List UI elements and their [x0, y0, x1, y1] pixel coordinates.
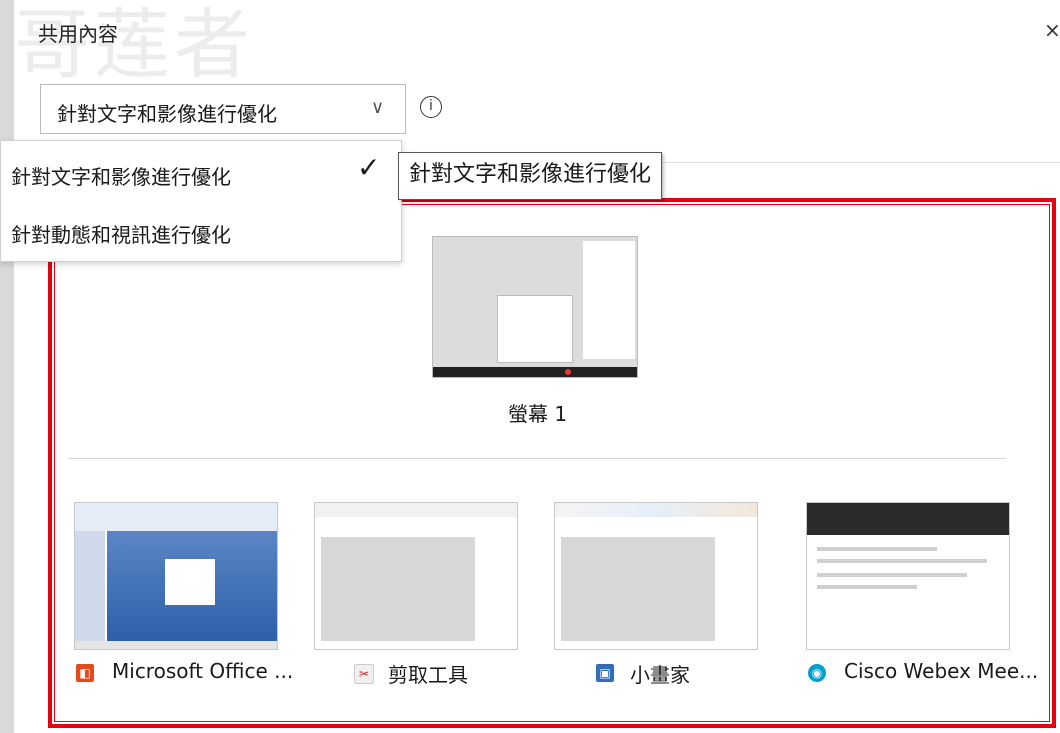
- check-icon: ✓: [357, 151, 381, 184]
- optimize-dropdown[interactable]: 針對文字和影像進行優化 ∨: [40, 84, 406, 134]
- info-icon[interactable]: i: [420, 96, 442, 118]
- close-icon[interactable]: ×: [1044, 18, 1060, 42]
- highlight-box: [48, 198, 1056, 728]
- chevron-down-icon: ∨: [371, 97, 385, 118]
- optimize-dropdown-value: 針對文字和影像進行優化: [57, 102, 277, 126]
- optimize-dropdown-menu: 針對文字和影像進行優化 ✓ 針對動態和視訊進行優化: [0, 140, 402, 262]
- dialog-title: 共用內容: [38, 22, 118, 46]
- menu-item-motion-and-video[interactable]: 針對動態和視訊進行優化: [11, 219, 231, 248]
- menu-item-text-and-image[interactable]: 針對文字和影像進行優化: [11, 161, 231, 190]
- share-content-dialog: 哥莲者 共用內容 × 針對文字和影像進行優化 ∨ i 針對文字和影像進行優化 ✓…: [0, 0, 1060, 733]
- tooltip: 針對文字和影像進行優化: [398, 152, 663, 200]
